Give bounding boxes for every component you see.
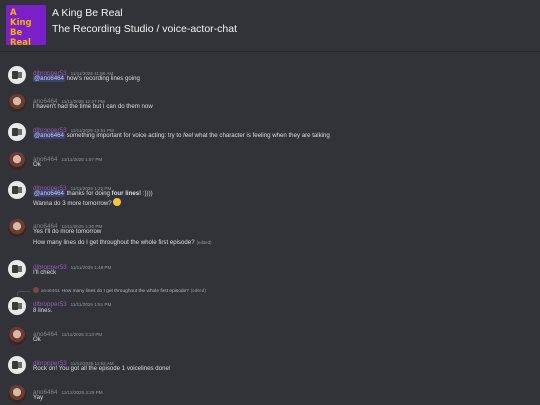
server-icon-line: Real [10, 38, 31, 48]
message-body: Rock on! You got all the episode 1 voice… [33, 365, 171, 372]
avatar[interactable] [8, 66, 26, 84]
reply-preview[interactable]: ano6464 How many lines do I get throughou… [33, 287, 206, 296]
bold-text: four lines! [111, 190, 142, 197]
timestamp: 11/11/2025 1:51 PM [70, 302, 112, 307]
message-meta: ano6464 11/11/2025 3:13 PM [33, 326, 102, 339]
message-meta: ano6464 11/12/2025 2:25 PM [33, 384, 103, 397]
message-meta: ano6464 11/11/2025 1:07 PM [33, 151, 102, 164]
avatar[interactable] [8, 123, 26, 141]
timestamp: 11/11/2025 1:48 PM [70, 265, 112, 270]
avatar[interactable] [8, 297, 26, 315]
reply-text: How many lines do I get throughout the w… [61, 289, 189, 294]
avatar[interactable] [8, 94, 26, 112]
avatar[interactable] [8, 181, 26, 199]
server-icon-line: King [10, 18, 32, 28]
message-text: @ano6464 something important for voice a… [33, 131, 330, 140]
message-body: Yay [33, 394, 44, 401]
message-text-line2: How many lines do I get throughout the w… [33, 238, 211, 247]
timestamp: 11/11/2025 3:13 PM [61, 332, 103, 337]
message-body: Ok [33, 161, 41, 168]
avatar[interactable] [8, 260, 26, 278]
user-mention[interactable]: @ano6464 [33, 132, 65, 139]
message-body-part: Wanna do 3 more tomorrow? [33, 200, 112, 207]
message-text-line2: Wanna do 3 more tomorrow? [33, 198, 121, 208]
user-mention[interactable]: @ano6464 [33, 75, 65, 82]
message-text: @ano6464 thanks for doing four lines! :)… [33, 189, 153, 198]
channel-header: A King Be Real A King Be Real The Record… [0, 0, 540, 52]
server-name: A King Be Real [52, 7, 123, 19]
server-icon[interactable]: A King Be Real [6, 5, 46, 48]
edited-label: (edited) [196, 240, 212, 245]
message-body-part: what the character is feeling when they … [192, 132, 330, 139]
channel-path: The Recording Studio / voice-actor-chat [52, 23, 238, 35]
message-body: 8 lines. [33, 307, 53, 314]
message-body: Ok [33, 336, 41, 343]
avatar[interactable] [8, 327, 26, 345]
message-body-part: :)))) [141, 190, 153, 197]
reply-edited-label: (edited) [190, 288, 206, 293]
message-list: dlbropper53 11/11/2025 11:56 AM @ano6464 … [0, 54, 540, 405]
server-icon-line: Be [10, 28, 23, 38]
message-body: Yes I'll do more tomorrow [33, 228, 102, 235]
avatar[interactable] [8, 152, 26, 170]
message-body-part: How many lines do I get throughout the w… [33, 239, 195, 246]
message-body-part: something important for voice acting: tr… [64, 132, 184, 139]
message-body: I'll check [33, 269, 57, 276]
avatar[interactable] [8, 219, 26, 237]
avatar[interactable] [8, 356, 26, 374]
reply-author: ano6464 [41, 289, 60, 294]
user-mention[interactable]: @ano6464 [33, 190, 65, 197]
message-body: how's recording lines going [64, 75, 140, 82]
reply-avatar [33, 287, 39, 293]
message-body-part: thanks for doing [64, 190, 112, 197]
smiling-face-emoji-icon [112, 198, 121, 206]
timestamp: 11/11/2025 1:07 PM [61, 157, 103, 162]
server-icon-line: A [10, 8, 17, 18]
message-text: @ano6464 how's recording lines going [33, 74, 140, 83]
avatar[interactable] [8, 385, 26, 403]
message-body: I haven't had the time but I can do them… [33, 103, 153, 110]
emphasis-text: feel [183, 132, 193, 139]
reply-connector [17, 291, 31, 296]
timestamp: 11/12/2025 2:25 PM [61, 390, 103, 395]
